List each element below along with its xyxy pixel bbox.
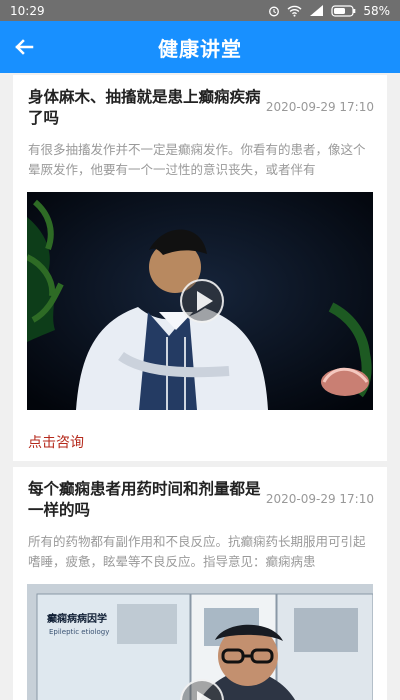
video-player[interactable]	[27, 192, 373, 410]
article-header: 身体麻木、抽搐就是患上癫痫疾病了吗 2020-09-29 17:10	[28, 87, 374, 129]
battery-percent: 58%	[363, 3, 390, 18]
back-button[interactable]	[10, 33, 38, 61]
video-sign-text: 癫痫病病因学	[47, 612, 107, 625]
article-title[interactable]: 身体麻木、抽搐就是患上癫痫疾病了吗	[28, 87, 264, 129]
arrow-left-icon	[15, 39, 34, 55]
video-sign-subtext: Epileptic etiology	[49, 628, 109, 636]
play-icon[interactable]	[180, 279, 224, 323]
wifi-icon	[287, 5, 302, 17]
article-summary: 所有的药物都有副作用和不良反应。抗癫痫药长期服用可引起嗜睡，疲惫，眩晕等不良反应…	[28, 534, 366, 569]
app-header: 健康讲堂	[0, 21, 400, 73]
article-header: 每个癫痫患者用药时间和剂量都是一样的吗 2020-09-29 17:10	[28, 479, 374, 521]
video-player[interactable]: 癫痫病病因学 Epileptic etiology	[27, 584, 373, 700]
article-date: 2020-09-29 17:10	[265, 100, 374, 114]
article-date: 2020-09-29 17:10	[265, 492, 374, 506]
article-card[interactable]: 每个癫痫患者用药时间和剂量都是一样的吗 2020-09-29 17:10 所有的…	[13, 467, 387, 700]
article-card[interactable]: 身体麻木、抽搐就是患上癫痫疾病了吗 2020-09-29 17:10 有很多抽搐…	[13, 75, 387, 461]
battery-icon	[331, 4, 356, 17]
signal-icon	[310, 5, 324, 16]
article-summary: 有很多抽搐发作并不一定是癫痫发作。你看有的患者，像这个晕厥发作，他要有一个一过性…	[28, 142, 366, 177]
status-time: 10:29	[10, 3, 45, 18]
article-feed[interactable]: 身体麻木、抽搐就是患上癫痫疾病了吗 2020-09-29 17:10 有很多抽搐…	[0, 73, 400, 700]
page-title: 健康讲堂	[158, 36, 242, 61]
status-icons: 58%	[268, 4, 390, 18]
alarm-icon	[269, 6, 280, 16]
article-title[interactable]: 每个癫痫患者用药时间和剂量都是一样的吗	[28, 479, 264, 521]
consult-link[interactable]: 点击咨询	[28, 432, 84, 452]
status-bar: 10:29 58%	[0, 0, 400, 21]
